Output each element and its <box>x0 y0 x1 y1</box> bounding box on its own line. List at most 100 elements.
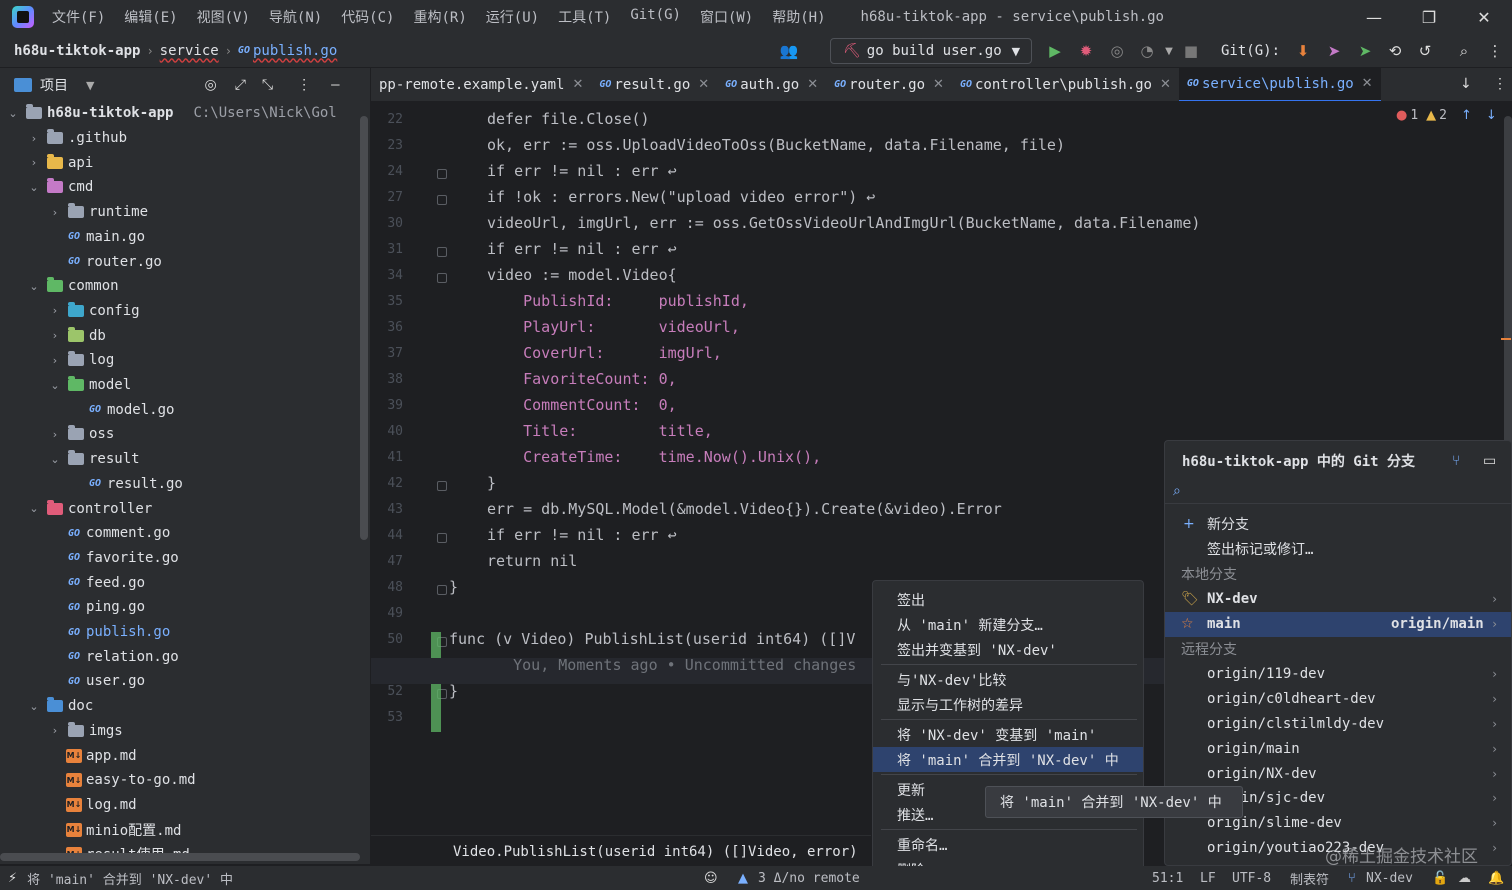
chevron-right-icon[interactable]: › <box>48 329 62 342</box>
editor-tab[interactable]: GO result.go ✕ <box>591 68 717 101</box>
context-menu-item[interactable]: 重命名… <box>873 832 1143 857</box>
menu-item[interactable]: 工具(T) <box>558 7 611 27</box>
project-panel-title[interactable]: 项目 <box>40 75 68 95</box>
open-window-icon[interactable]: ▭ <box>1483 453 1496 469</box>
tree-file[interactable]: GO user.go <box>0 669 370 694</box>
menu-item[interactable]: 文件(F) <box>52 7 105 27</box>
menu-item[interactable]: 运行(U) <box>486 7 539 27</box>
chevron-right-icon[interactable]: › <box>48 304 62 317</box>
git-commit-icon[interactable]: ➤ <box>1356 42 1374 60</box>
tree-folder[interactable]: › imgs <box>0 719 370 744</box>
tree-folder[interactable]: ⌄ model <box>0 373 370 398</box>
breadcrumb-file[interactable]: publish.go <box>253 43 337 59</box>
bell-icon[interactable]: 🔔 <box>1488 871 1504 886</box>
chevron-right-icon[interactable]: › <box>27 156 41 169</box>
project-tree-horizontal-scrollbar[interactable] <box>0 853 360 861</box>
tree-file[interactable]: GO model.go <box>0 397 370 422</box>
chevron-right-icon[interactable]: › <box>1492 767 1497 781</box>
chevron-down-icon[interactable]: ▼ <box>86 79 94 92</box>
chevron-right-icon[interactable]: › <box>48 206 62 219</box>
chevron-right-icon[interactable]: › <box>1492 617 1497 631</box>
branch-search[interactable]: ⌕ <box>1165 479 1511 504</box>
editor-tab[interactable]: GO controller\publish.go ✕ <box>952 68 1179 101</box>
tree-file[interactable]: M↓ easy-to-go.md <box>0 768 370 793</box>
tab-list-chevron-icon[interactable]: ↓ <box>1460 76 1472 92</box>
tree-file[interactable]: GO favorite.go <box>0 546 370 571</box>
menu-item[interactable]: 窗口(W) <box>700 7 753 27</box>
chevron-right-icon[interactable]: › <box>48 428 62 441</box>
tree-folder[interactable]: › api <box>0 150 370 175</box>
context-menu-item[interactable]: 与'NX-dev'比较 <box>873 667 1143 692</box>
background-task-icon[interactable]: ⚡ <box>8 871 17 886</box>
tab-options-icon[interactable]: ⋮ <box>1493 76 1507 92</box>
project-tree-scrollbar[interactable] <box>360 116 368 540</box>
tree-folder[interactable]: › oss <box>0 422 370 447</box>
menu-item[interactable]: 导航(N) <box>269 7 322 27</box>
minimize-icon[interactable]: — <box>1350 0 1398 34</box>
chevron-down-icon[interactable]: ⌄ <box>27 502 41 515</box>
users-icon[interactable]: 👥 <box>780 42 799 60</box>
chevron-right-icon[interactable]: › <box>1492 841 1497 855</box>
chevron-down-icon[interactable]: ⌄ <box>6 107 20 120</box>
next-highlight-icon[interactable]: ↓ <box>1486 108 1497 123</box>
stop-icon[interactable]: ■ <box>1182 42 1200 60</box>
coverage-icon[interactable]: ◎ <box>1108 42 1126 60</box>
editor-tab[interactable]: GO auth.go ✕ <box>717 68 826 101</box>
search-icon[interactable]: ⌕ <box>1455 42 1473 60</box>
debug-icon[interactable]: ✹ <box>1077 42 1095 60</box>
fold-marker-icon[interactable] <box>437 195 447 205</box>
chevron-right-icon[interactable]: › <box>27 132 41 145</box>
context-menu-item[interactable]: 签出 <box>873 587 1143 612</box>
copilot-icon[interactable]: ☺ <box>704 871 718 886</box>
close-tab-icon[interactable]: ✕ <box>572 77 583 92</box>
lock-icon[interactable]: 🔓 <box>1432 871 1448 886</box>
hide-panel-icon[interactable]: — <box>331 77 339 93</box>
new-branch-item[interactable]: + 新分支 <box>1165 512 1511 537</box>
inspection-widget[interactable]: ● 1 ▲ 2 ↑ ↓ <box>1396 108 1497 123</box>
tree-file[interactable]: M↓ minio配置.md <box>0 817 370 842</box>
tree-folder[interactable]: › .github <box>0 126 370 151</box>
close-tab-icon[interactable]: ✕ <box>698 77 709 92</box>
editor-tab[interactable]: pp-remote.example.yaml ✕ <box>371 68 591 101</box>
tree-file[interactable]: M↓ app.md <box>0 743 370 768</box>
chevron-right-icon[interactable]: › <box>1492 742 1497 756</box>
fold-marker-icon[interactable] <box>437 585 447 595</box>
tree-folder[interactable]: ⌄ controller <box>0 496 370 521</box>
tree-folder[interactable]: ⌄ result <box>0 447 370 472</box>
git-rollback-icon[interactable]: ↺ <box>1416 42 1434 60</box>
fold-marker-icon[interactable] <box>437 247 447 257</box>
chevron-down-icon[interactable]: ⌄ <box>48 379 62 392</box>
close-icon[interactable]: ✕ <box>1460 0 1508 34</box>
tree-file[interactable]: GO router.go <box>0 249 370 274</box>
chevron-right-icon[interactable]: › <box>1492 816 1497 830</box>
tree-file[interactable]: GO comment.go <box>0 521 370 546</box>
chevron-down-icon[interactable]: ⌄ <box>27 280 41 293</box>
more-icon[interactable]: ⋮ <box>1486 42 1504 60</box>
locate-icon[interactable]: ◎ <box>204 77 216 93</box>
chevron-right-icon[interactable]: › <box>48 354 62 367</box>
tree-folder[interactable]: ⌄ h68u-tiktok-app C:\Users\Nick\Gol <box>0 102 370 126</box>
code-breadcrumb[interactable]: Video.PublishList(userid int64) ([]Video… <box>371 835 871 867</box>
menu-item[interactable]: 视图(V) <box>197 7 250 27</box>
tree-file[interactable]: GO result.go <box>0 472 370 497</box>
restore-icon[interactable]: ❐ <box>1405 0 1453 34</box>
breadcrumb-project[interactable]: h68u-tiktok-app <box>14 43 140 59</box>
editor-tab[interactable]: GO router.go ✕ <box>826 68 952 101</box>
menu-item[interactable]: Git(G) <box>630 7 681 27</box>
chevron-right-icon[interactable]: › <box>48 724 62 737</box>
line-separator[interactable]: LF <box>1200 871 1216 886</box>
tree-folder[interactable]: ⌄ cmd <box>0 175 370 200</box>
close-tab-icon[interactable]: ✕ <box>1160 77 1171 92</box>
local-branch-item[interactable]: 🏷 NX-dev › <box>1165 587 1511 612</box>
collapse-all-icon[interactable]: ⤡ <box>262 77 273 93</box>
context-menu-item[interactable]: 将 'main' 合并到 'NX-dev' 中 <box>873 747 1143 772</box>
tree-file[interactable]: GO main.go <box>0 225 370 250</box>
remote-branch-item[interactable]: origin/119-dev › <box>1165 662 1511 687</box>
chevron-right-icon[interactable]: › <box>1492 692 1497 706</box>
chevron-down-icon[interactable]: ⌄ <box>48 453 62 466</box>
fold-marker-icon[interactable] <box>437 169 447 179</box>
context-menu-item[interactable]: 签出并变基到 'NX-dev' <box>873 637 1143 662</box>
branch-graph-icon[interactable]: ⑂ <box>1452 453 1460 469</box>
chevron-right-icon[interactable]: › <box>1492 592 1497 606</box>
fold-marker-icon[interactable] <box>437 273 447 283</box>
